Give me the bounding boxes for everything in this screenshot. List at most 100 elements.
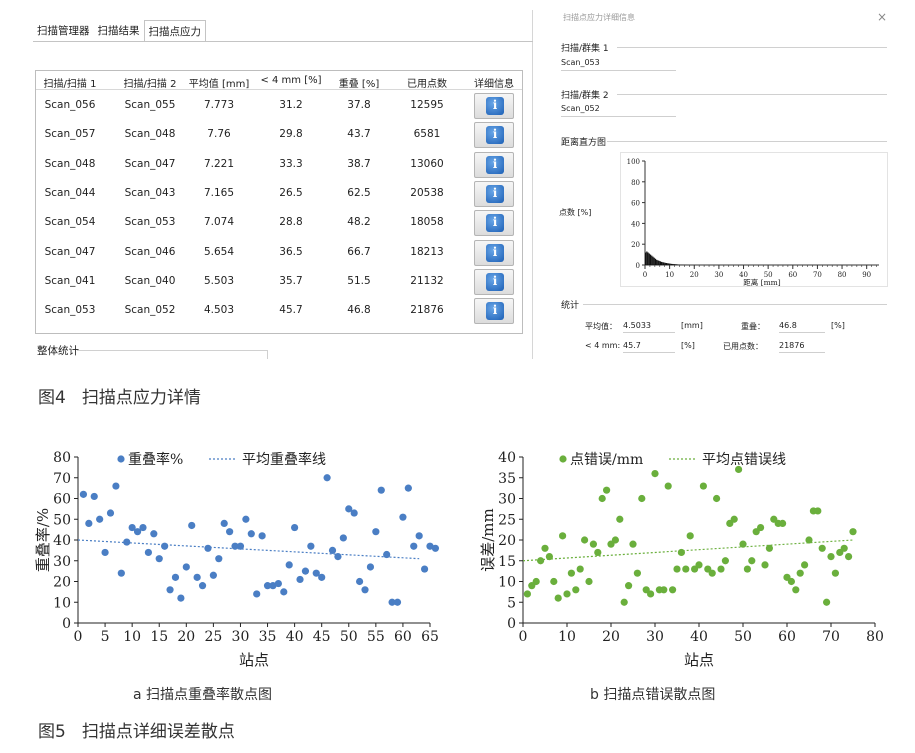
- figure5-number: 图5: [38, 722, 66, 742]
- cell-scan2: Scan_055: [124, 99, 176, 111]
- cell-lt4: 33.3: [279, 157, 303, 170]
- scatter-point: [356, 577, 364, 586]
- column-header-lt4[interactable]: < 4 mm [%]: [258, 75, 324, 86]
- scatter-point: [236, 542, 245, 550]
- scan1-group-label: 扫描/群集 1: [561, 44, 609, 54]
- hist-x-tick-label: 0: [643, 271, 647, 279]
- column-header-mean[interactable]: 平均值 [mm]: [188, 75, 250, 90]
- hist-x-tick-label: 80: [838, 271, 847, 279]
- cell-points: 13060: [410, 157, 444, 170]
- stats-group-label: 统计: [561, 301, 580, 311]
- table-row[interactable]: Scan_057 Scan_048 7.76 29.8 43.7 6581 i: [36, 120, 522, 149]
- y-axis-label: 误差/mm: [479, 508, 497, 572]
- column-header-points[interactable]: 已用点数: [402, 75, 452, 90]
- cell-scan1: Scan_056: [44, 99, 96, 111]
- scatter-point: [787, 577, 795, 586]
- hist-bar: [649, 254, 652, 265]
- overall-stats-label: 整体统计: [37, 345, 79, 357]
- y-tick-label: 0: [507, 616, 516, 632]
- histogram-group-label: 距离直方图: [561, 138, 607, 148]
- close-icon[interactable]: ×: [877, 10, 887, 24]
- cell-lt4: 35.7: [279, 274, 303, 287]
- scatter-point: [625, 582, 633, 590]
- x-axis-label: 站点: [239, 651, 269, 669]
- cell-lt4: 45.7: [279, 304, 303, 317]
- scatter-point: [323, 474, 331, 482]
- tab-scan-point-stress[interactable]: 扫描点应力: [143, 20, 206, 42]
- y-tick-label: 70: [53, 471, 71, 487]
- column-header-scan2[interactable]: 扫描/扫描 2: [118, 75, 182, 90]
- cell-overlap: 37.8: [347, 99, 371, 111]
- scatter-point: [739, 540, 747, 548]
- table-row[interactable]: Scan_053 Scan_052 4.503 45.7 46.8 21876 i: [36, 296, 522, 325]
- info-button[interactable]: i: [474, 151, 514, 178]
- info-button[interactable]: i: [474, 122, 514, 149]
- scatter-point: [638, 494, 646, 503]
- hist-bar: [647, 252, 649, 265]
- x-tick-label: 50: [340, 629, 358, 645]
- x-tick-label: 80: [866, 629, 884, 645]
- info-glyph: i: [492, 303, 498, 318]
- tab-divider: [33, 41, 533, 42]
- scatter-point: [647, 590, 655, 598]
- scatter-point: [572, 586, 580, 594]
- scatter-point: [677, 548, 685, 557]
- scatter-point: [193, 573, 201, 581]
- cell-lt4: 29.8: [279, 128, 303, 141]
- info-button[interactable]: i: [474, 298, 514, 325]
- column-header-details[interactable]: 详细信息: [468, 75, 520, 90]
- table-row[interactable]: Scan_048 Scan_047 7.221 33.3 38.7 13060 i: [36, 150, 522, 179]
- scatter-point: [90, 492, 98, 501]
- scatter-point: [523, 590, 531, 598]
- table-row[interactable]: Scan_056 Scan_055 7.773 31.2 37.8 12595 i: [36, 91, 522, 120]
- info-glyph: i: [492, 273, 498, 288]
- scatter-point: [139, 523, 147, 532]
- hist-bar: [658, 260, 660, 265]
- cell-points: 18058: [410, 216, 444, 229]
- column-header-scan1[interactable]: 扫描/扫描 1: [38, 75, 102, 90]
- hist-bar: [656, 259, 658, 265]
- scatter-point: [576, 565, 584, 573]
- tab-scan-results[interactable]: 扫描结果: [94, 20, 144, 42]
- figure4-caption: 图4 扫描点应力详情: [38, 383, 201, 408]
- hist-bar: [661, 261, 663, 265]
- info-button[interactable]: i: [474, 239, 514, 266]
- tab-scan-manager[interactable]: 扫描管理器: [33, 20, 94, 42]
- info-button[interactable]: i: [474, 93, 514, 119]
- hist-bar: [663, 262, 665, 265]
- info-button[interactable]: i: [474, 268, 514, 295]
- scatter-point: [328, 546, 337, 554]
- points-value: 21876: [779, 339, 825, 353]
- hist-y-tick-label: 100: [627, 158, 640, 166]
- legend-marker-points: [559, 455, 567, 463]
- column-header-overlap[interactable]: 重叠 [%]: [334, 75, 384, 90]
- scatter-point: [660, 586, 668, 594]
- info-button[interactable]: i: [474, 210, 514, 237]
- scan1-field[interactable]: Scan_053: [561, 56, 676, 71]
- overlap-scatter-svg: 0 10 20 30 40 50 60 70 80 0 5 10 15 20 25 30 35 40 45 50 55 6…: [34, 450, 440, 669]
- scan2-field[interactable]: Scan_052: [561, 102, 676, 117]
- x-tick-label: 65: [421, 629, 439, 645]
- table-row[interactable]: Scan_047 Scan_046 5.654 36.5 66.7 18213 i: [36, 238, 522, 267]
- hist-x-tick-label: 20: [690, 271, 699, 279]
- x-tick-label: 55: [367, 629, 385, 645]
- y-tick-label: 0: [62, 616, 71, 632]
- scatter-point: [792, 586, 800, 594]
- table-row[interactable]: Scan_041 Scan_040 5.503 35.7 51.5 21132 i: [36, 267, 522, 296]
- cell-overlap: 62.5: [347, 186, 371, 199]
- scatter-point: [805, 536, 813, 544]
- table-row[interactable]: Scan_054 Scan_053 7.074 28.8 48.2 18058 i: [36, 208, 522, 237]
- scatter-point: [721, 557, 729, 565]
- hist-bar: [653, 257, 655, 265]
- scatter-point: [563, 590, 571, 598]
- scatter-point: [845, 553, 853, 561]
- y-tick-label: 35: [498, 471, 516, 487]
- hist-x-tick-label: 70: [813, 271, 822, 279]
- scatter-point: [581, 536, 589, 544]
- cell-scan2: Scan_047: [124, 157, 176, 170]
- info-button[interactable]: i: [474, 180, 514, 207]
- table-row[interactable]: Scan_044 Scan_043 7.165 26.5 62.5 20538 i: [36, 179, 522, 208]
- info-glyph: i: [492, 156, 498, 171]
- scatter-point: [699, 482, 707, 490]
- legend-label-points: 重叠率%: [128, 451, 183, 468]
